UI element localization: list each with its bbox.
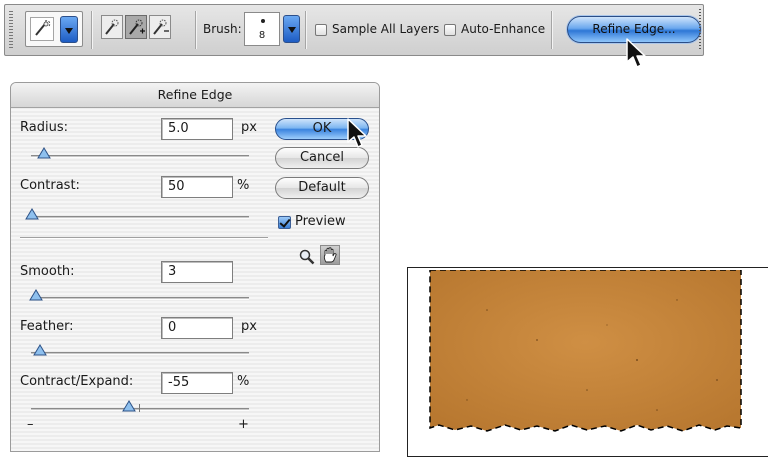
radius-slider-track[interactable] bbox=[31, 155, 249, 158]
gripper-right bbox=[699, 9, 701, 51]
separator bbox=[195, 11, 197, 49]
radius-label: Radius: bbox=[20, 120, 68, 135]
feather-slider-thumb[interactable] bbox=[33, 344, 47, 356]
contrast-label: Contrast: bbox=[20, 178, 80, 193]
contrast-unit: % bbox=[237, 178, 250, 193]
dialog-title: Refine Edge bbox=[11, 83, 379, 108]
contract-expand-unit: % bbox=[237, 374, 250, 389]
radius-slider-thumb[interactable] bbox=[37, 147, 51, 159]
brush-tip-preview bbox=[261, 19, 265, 23]
cancel-button[interactable]: Cancel bbox=[275, 147, 369, 169]
separator bbox=[91, 11, 93, 49]
smooth-label: Smooth: bbox=[20, 264, 75, 279]
brush-label: Brush: bbox=[203, 22, 242, 36]
contract-expand-label: Contract/Expand: bbox=[20, 374, 134, 389]
feather-unit: px bbox=[241, 319, 257, 334]
radius-unit: px bbox=[241, 120, 257, 135]
new-selection-icon[interactable] bbox=[101, 15, 123, 39]
default-button[interactable]: Default bbox=[275, 177, 369, 199]
pointer-cursor-icon bbox=[626, 38, 646, 68]
brush-dropdown-arrow[interactable] bbox=[283, 15, 300, 43]
preview-label: Preview bbox=[295, 214, 346, 229]
separator bbox=[551, 11, 553, 49]
refine-edge-dialog: Refine Edge Radius: 5.0 px Contrast: 50 … bbox=[10, 82, 380, 452]
section-divider bbox=[20, 237, 268, 239]
feather-input[interactable]: 0 bbox=[161, 317, 233, 339]
subtract-from-selection-icon[interactable] bbox=[149, 15, 171, 39]
tool-preset-dropdown-arrow[interactable] bbox=[60, 16, 78, 43]
radius-input[interactable]: 5.0 bbox=[161, 118, 233, 140]
gripper[interactable] bbox=[9, 11, 13, 49]
preview-checkbox[interactable] bbox=[278, 216, 291, 229]
selected-cardboard-image bbox=[429, 270, 742, 432]
tool-preset-picker[interactable] bbox=[25, 11, 83, 47]
contract-expand-input[interactable]: -55 bbox=[161, 372, 233, 394]
center-tick bbox=[139, 404, 140, 412]
sample-all-layers-label: Sample All Layers bbox=[332, 22, 440, 36]
minus-label: – bbox=[27, 417, 34, 432]
contract-expand-slider-thumb[interactable] bbox=[122, 400, 136, 412]
smooth-slider-thumb[interactable] bbox=[29, 289, 43, 301]
auto-enhance-checkbox[interactable] bbox=[444, 24, 456, 36]
brush-size-value: 8 bbox=[258, 30, 266, 41]
contrast-slider-track[interactable] bbox=[31, 216, 249, 219]
separator bbox=[305, 11, 307, 49]
options-bar: Brush: 8 Sample All Layers Auto-Enhance … bbox=[4, 4, 704, 56]
hand-icon[interactable] bbox=[320, 245, 340, 265]
zoom-icon[interactable] bbox=[299, 249, 315, 265]
plus-label: + bbox=[238, 417, 249, 432]
auto-enhance-label: Auto-Enhance bbox=[461, 22, 546, 36]
contrast-slider-thumb[interactable] bbox=[25, 208, 39, 220]
contrast-input[interactable]: 50 bbox=[161, 176, 233, 198]
feather-slider-track[interactable] bbox=[31, 352, 249, 355]
feather-label: Feather: bbox=[20, 319, 74, 334]
pointer-cursor-icon bbox=[347, 118, 367, 148]
brush-size-picker[interactable]: 8 bbox=[244, 12, 280, 46]
quick-selection-tool-icon bbox=[30, 17, 54, 41]
add-to-selection-icon[interactable] bbox=[125, 15, 147, 39]
smooth-slider-track[interactable] bbox=[31, 297, 249, 300]
contract-expand-slider-track[interactable] bbox=[31, 408, 249, 411]
sample-all-layers-checkbox[interactable] bbox=[315, 24, 327, 36]
smooth-input[interactable]: 3 bbox=[161, 261, 233, 283]
